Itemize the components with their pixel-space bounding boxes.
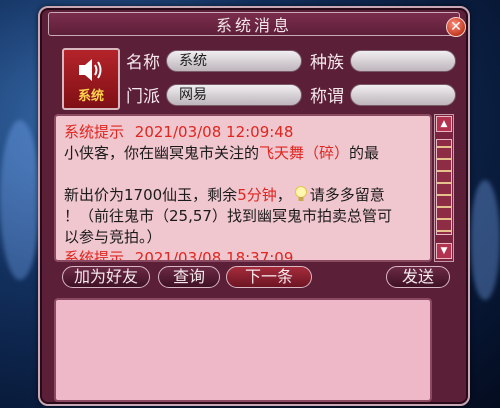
race-field	[350, 50, 456, 72]
message-text-part: ，	[276, 186, 292, 204]
message-text-part: 请多多留意	[309, 186, 385, 204]
reply-input[interactable]	[54, 298, 432, 402]
close-button[interactable]: ✕	[446, 17, 466, 37]
scroll-up-button[interactable]: ▲	[436, 116, 452, 132]
message-text-part: 的最	[349, 144, 380, 162]
title-label: 称谓	[310, 87, 344, 107]
background-glow	[0, 120, 40, 280]
system-tag: 系统提示	[64, 123, 125, 141]
query-button[interactable]: 查询	[158, 266, 220, 288]
scroll-thumb[interactable]	[436, 139, 452, 235]
system-avatar: 系统	[62, 48, 120, 110]
add-friend-button[interactable]: 加为好友	[62, 266, 150, 288]
system-tag: 系统提示	[64, 249, 125, 262]
next-message-button[interactable]: 下一条	[226, 266, 312, 288]
message-text: 以参与竞拍。）	[64, 228, 162, 246]
message-header: 系统提示 2021/03/08 18:37:09	[64, 248, 422, 262]
message-timestamp: 2021/03/08 12:09:48	[134, 123, 294, 141]
sect-field: 网易	[166, 84, 302, 106]
message-text: ！（前往鬼市（25,57）找到幽冥鬼市拍卖总管可	[64, 207, 392, 225]
name-field: 系统	[166, 50, 302, 72]
message-text: 新出价为1700仙玉，剩余5分钟， 请多多留意	[64, 185, 422, 206]
item-name[interactable]: 飞天舞（碎）	[259, 144, 349, 162]
message-text: 小侠客，你在幽冥鬼市关注的飞天舞（碎）的最	[64, 143, 422, 164]
message-scrollbar[interactable]: ▲ ▼	[434, 114, 454, 262]
message-text-part: 小侠客，你在幽冥鬼市关注的	[64, 144, 260, 162]
title-field	[350, 84, 456, 106]
message-header: 系统提示 2021/03/08 12:09:48	[64, 122, 422, 143]
time-remaining: 5分钟	[237, 186, 277, 204]
name-label: 名称	[126, 53, 160, 73]
speaker-icon	[79, 59, 102, 81]
send-button[interactable]: 发送	[386, 266, 450, 288]
lightbulb-icon	[294, 186, 307, 201]
message-text	[64, 164, 422, 185]
message-timestamp: 2021/03/08 18:37:09	[134, 249, 294, 262]
background-glow	[470, 180, 500, 300]
system-message-window: 系统消息 ✕ 系统 名称 系统 种族 门派 网易 称谓 系统提示 2021/03…	[38, 6, 470, 406]
message-history[interactable]: 系统提示 2021/03/08 12:09:48 小侠客，你在幽冥鬼市关注的飞天…	[54, 114, 432, 262]
sect-label: 门派	[126, 87, 160, 107]
avatar-label: 系统	[77, 89, 104, 104]
scroll-down-button[interactable]: ▼	[436, 243, 452, 259]
title-bar[interactable]: 系统消息	[48, 12, 460, 36]
window-title: 系统消息	[215, 16, 292, 35]
race-label: 种族	[310, 53, 344, 73]
message-text-part: 新出价为1700仙玉，剩余	[64, 186, 238, 204]
